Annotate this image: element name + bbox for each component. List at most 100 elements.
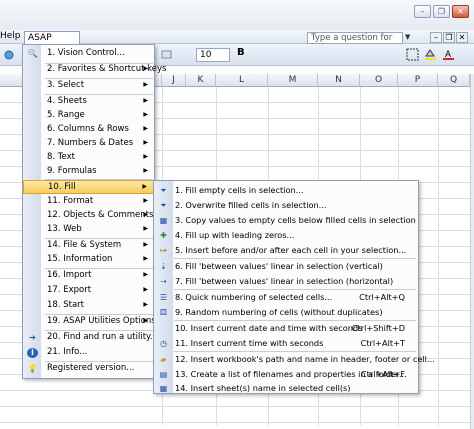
menu-item-label: 2. Overwrite filled cells in selection..… [175,200,327,210]
submenu-arrow-icon: ▶ [143,317,148,324]
menu-item-label: 10. Fill [48,182,76,192]
fill-item-list-filenames[interactable]: ▤ 13. Create a list of filenames and pro… [154,367,418,382]
menu-item-label: 20. Find and run a utility... [47,332,158,342]
fill-item-copy-values[interactable]: ▦ 3. Copy values to empty cells below fi… [154,213,418,228]
font-color-icon[interactable]: A [442,48,455,61]
minimize-button[interactable]: – [414,5,431,18]
menu-item-web[interactable]: 13. Web ▶ [23,223,154,237]
sheet-icon: ▦ [159,384,168,393]
menu-item-sheets[interactable]: 4. Sheets ▶ [23,95,154,109]
menu-item-registered[interactable]: 💡 Registered version... [23,362,154,376]
menu-item-import[interactable]: 16. Import ▶ [23,269,154,283]
menu-help[interactable]: Help [0,31,21,41]
help-search-input[interactable]: Type a question for help [307,32,403,53]
column-header[interactable]: Q [438,74,470,87]
submenu-arrow-icon: ▶ [143,97,148,104]
fill-item-workbook-path[interactable]: ▰ 12. Insert workbook's path and name in… [154,352,434,367]
menu-item-label: 3. Copy values to empty cells below fill… [175,215,416,225]
submenu-arrow-icon: ▶ [143,197,148,204]
restore-button[interactable]: ❐ [433,5,450,18]
fill-item-insert-before-after[interactable]: ↦ 5. Insert before and/or after each cel… [154,243,418,258]
fill-item-date-time[interactable]: 10. Insert current date and time with se… [154,321,418,336]
menu-item-favorites[interactable]: 2. Favorites & Shortcut keys ▶ [23,63,166,77]
bold-button[interactable]: B [237,47,245,58]
doc-minimize-button[interactable]: – [430,32,442,43]
chevron-down-icon[interactable]: ▼ [405,33,410,41]
menu-item-formulas[interactable]: 9. Formulas ▶ [23,165,154,179]
close-button[interactable]: ✕ [452,5,469,18]
menu-item-columns-rows[interactable]: 6. Columns & Rows ▶ [23,123,154,137]
menu-item-text[interactable]: 8. Text ▶ [23,151,154,165]
research-icon[interactable] [3,48,16,61]
menu-item-label: 12. Objects & Comments [47,210,154,220]
doc-close-button[interactable]: ✕ [456,32,468,43]
fill-item-leading-zeros[interactable]: ✚ 4. Fill up with leading zeros... [154,228,418,243]
menu-item-options[interactable]: 19. ASAP Utilities Options ▶ [23,315,156,329]
menu-asap-utilities[interactable]: ASAP Utilities [24,31,80,56]
fill-item-between-vertical[interactable]: ⇣ 6. Fill 'between values' linear in sel… [154,259,418,274]
menu-item-select[interactable]: 3. Select ▶ [23,79,154,93]
submenu-arrow-icon: ▶ [142,183,147,190]
menu-item-format[interactable]: 11. Format ▶ [23,195,154,209]
menu-item-range[interactable]: 5. Range ▶ [23,109,154,123]
folder-icon: ▰ [160,355,167,364]
toolbar-options-icon[interactable] [160,48,173,61]
menu-item-label: 11. Format [47,196,94,206]
menu-item-label: 5. Range [47,110,85,120]
menu-item-label: 1. Fill empty cells in selection... [175,185,304,195]
column-header[interactable]: M [268,74,318,87]
menu-item-label: 6. Fill 'between values' linear in selec… [175,261,383,271]
menu-item-label: 14. Insert sheet(s) name in selected cel… [175,383,351,393]
column-header[interactable]: L [216,74,268,87]
fill-item-between-horizontal[interactable]: ⇢ 7. Fill 'between values' linear in sel… [154,274,418,289]
funnel-icon: ⏷ [160,186,167,195]
column-header[interactable]: K [186,74,216,87]
submenu-arrow-icon: ▶ [143,271,148,278]
menu-item-label: 3. Select [47,80,85,90]
menu-item-label: 11. Insert current time with seconds [175,338,324,348]
menu-item-fill[interactable]: 10. Fill ▶ [23,180,154,194]
menu-item-label: 8. Quick numbering of selected cells... [175,292,333,302]
menu-item-information[interactable]: 15. Information ▶ [23,253,154,267]
lightbulb-icon: 💡 [27,364,38,373]
add-icon: ✚ [160,231,167,240]
menu-item-start[interactable]: 18. Start ▶ [23,299,154,313]
menu-item-label: 10. Insert current date and time with se… [175,323,363,333]
menu-item-label: 19. ASAP Utilities Options [47,316,156,326]
fill-item-quick-numbering[interactable]: ☰ 8. Quick numbering of selected cells..… [154,290,418,305]
doc-restore-button[interactable]: ❐ [443,32,455,43]
fill-item-time[interactable]: ◷ 11. Insert current time with seconds C… [154,336,418,351]
magnifier-icon: 🔍 [27,49,38,58]
menu-item-numbers-dates[interactable]: 7. Numbers & Dates ▶ [23,137,154,151]
fill-item-empty-cells[interactable]: ⏷ 1. Fill empty cells in selection... [154,183,418,198]
numbered-list-icon: ☰ [159,293,168,302]
menu-item-info[interactable]: i 21. Info... [23,346,154,360]
fill-item-overwrite[interactable]: ⏷ 2. Overwrite filled cells in selection… [154,198,418,213]
column-header[interactable]: P [398,74,438,87]
submenu-arrow-icon: ▶ [143,139,148,146]
menu-item-label: 7. Numbers & Dates [47,138,134,148]
arrow-right-icon: ⇢ [160,277,167,286]
menu-item-vision-control[interactable]: 🔍 1. Vision Control... [23,47,154,61]
menu-item-label: 5. Insert before and/or after each cell … [175,245,407,255]
submenu-arrow-icon: ▶ [143,111,148,118]
shortcut-label: Ctrl+Alt+F [360,369,405,379]
menu-item-label: 21. Info... [47,347,88,357]
column-header[interactable]: O [360,74,398,87]
font-size-select[interactable]: 10 [196,48,230,62]
submenu-arrow-icon: ▶ [143,241,148,248]
menu-item-objects-comments[interactable]: 12. Objects & Comments ▶ [23,209,154,223]
fill-item-sheet-names[interactable]: ▦ 14. Insert sheet(s) name in selected c… [154,381,418,396]
menu-item-label: 17. Export [47,285,92,295]
vertical-scrollbar[interactable] [470,74,474,429]
column-header[interactable]: N [318,74,360,87]
fill-item-random-numbering[interactable]: ⚄ 9. Random numbering of cells (without … [154,305,418,320]
border-icon[interactable] [406,48,419,61]
menu-item-find-run[interactable]: ➔ 20. Find and run a utility... [23,331,158,345]
menu-item-file-system[interactable]: 14. File & System ▶ [23,239,154,253]
fill-color-icon[interactable] [424,48,437,61]
menu-item-label: 16. Import [47,270,92,280]
column-header[interactable]: J [162,74,186,87]
arrow-icon: ➔ [29,333,36,342]
menu-item-export[interactable]: 17. Export ▶ [23,284,154,298]
